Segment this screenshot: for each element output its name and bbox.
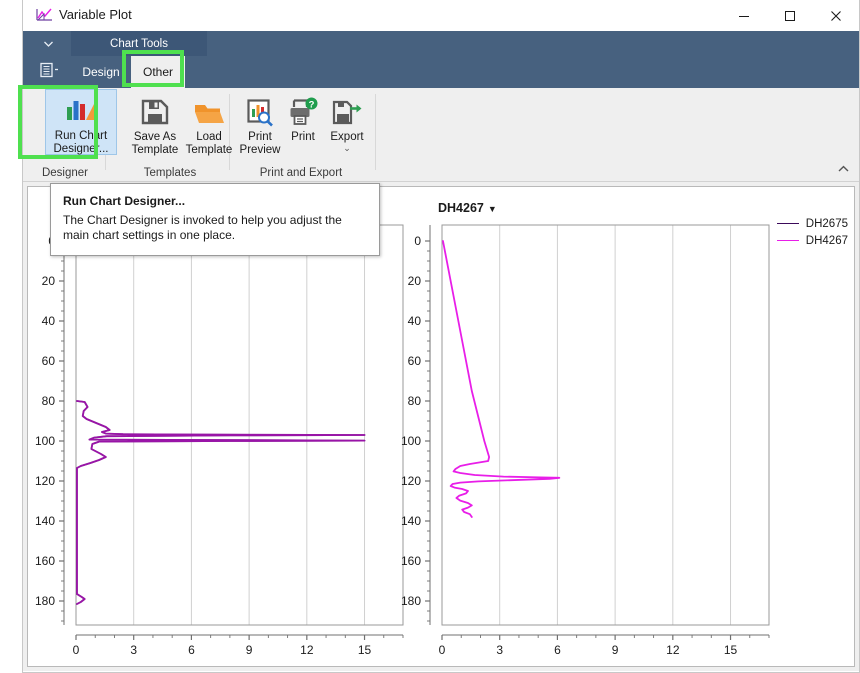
y-tick-label: 120 <box>35 474 55 488</box>
group-separator <box>375 94 376 170</box>
run-chart-designer-tooltip: Run Chart Designer... The Chart Designer… <box>50 183 380 256</box>
y-tick-label: 120 <box>401 474 421 488</box>
tooltip-body: The Chart Designer is invoked to help yo… <box>63 213 367 243</box>
plot-right-panel: 0 20 40 60 80 100 120 140 160 180 0 3 6 9 12 15 <box>401 225 769 657</box>
tab-other[interactable]: Other <box>131 56 185 88</box>
maximize-icon <box>784 10 796 22</box>
y-tick-label: 140 <box>35 514 55 528</box>
window-title: Variable Plot <box>59 7 132 22</box>
series-line-dh4267 <box>443 241 559 517</box>
y-tick-label: 160 <box>35 554 55 568</box>
close-icon <box>830 10 842 22</box>
plot-frame <box>442 225 769 625</box>
svg-text:?: ? <box>309 99 315 110</box>
y-tick-label: 40 <box>408 314 422 328</box>
application-menu-button[interactable] <box>35 58 67 82</box>
group-label-designer: Designer <box>27 167 103 179</box>
series-line-dh2675 <box>77 401 365 604</box>
y-tick-label: 0 <box>414 234 421 248</box>
y-tick-label: 80 <box>42 394 56 408</box>
load-template-button[interactable]: Load Template <box>179 89 239 157</box>
y-tick-label: 40 <box>42 314 56 328</box>
load-template-label: Load Template <box>186 131 233 157</box>
ribbon-collapse-button[interactable] <box>835 161 851 177</box>
close-button[interactable] <box>813 0 859 31</box>
export-icon <box>331 95 363 127</box>
x-tick-label: 0 <box>73 643 80 657</box>
quick-access-chevron-down-icon[interactable] <box>39 38 57 50</box>
menu-icon <box>40 62 62 78</box>
x-tick-label: 3 <box>496 643 503 657</box>
plot-svg: 0 20 40 60 80 100 120 140 160 180 0 3 6 9 12 15 0 20 40 60 8… <box>28 187 855 667</box>
y-tick-label: 60 <box>42 354 56 368</box>
print-preview-label: Print Preview <box>240 131 281 157</box>
x-tick-label: 6 <box>188 643 195 657</box>
group-label-templates: Templates <box>105 167 235 179</box>
x-tick-label: 9 <box>246 643 253 657</box>
tooltip-title: Run Chart Designer... <box>63 194 367 208</box>
export-button[interactable]: Export ⌄ <box>323 89 371 152</box>
printer-icon: ? <box>287 95 319 127</box>
y-tick-label: 180 <box>401 594 421 608</box>
ribbon-header: Chart Tools Design Other <box>23 31 859 88</box>
save-as-template-label: Save As Template <box>132 131 179 157</box>
y-tick-label: 20 <box>408 274 422 288</box>
y-tick-label: 140 <box>401 514 421 528</box>
x-tick-label: 6 <box>554 643 561 657</box>
minimize-button[interactable] <box>721 0 767 31</box>
save-as-template-button[interactable]: Save As Template <box>123 89 187 157</box>
print-preview-icon <box>245 95 275 127</box>
print-label: Print <box>291 131 315 144</box>
x-tick-label: 15 <box>358 643 372 657</box>
tab-design[interactable]: Design <box>71 56 131 88</box>
plot-frame <box>76 225 403 625</box>
maximize-button[interactable] <box>767 0 813 31</box>
run-chart-designer-label: Run Chart Designer... <box>54 130 109 156</box>
y-tick-label: 20 <box>42 274 56 288</box>
chart-canvas[interactable]: DH4267▼ DH2675 DH4267 020406080100120140… <box>27 186 855 667</box>
x-tick-label: 15 <box>724 643 738 657</box>
run-chart-designer-button[interactable]: Run Chart Designer... <box>45 89 117 155</box>
series-line-dh4267 <box>77 401 365 604</box>
y-tick-label: 80 <box>408 394 422 408</box>
y-tick-label: 180 <box>35 594 55 608</box>
print-button[interactable]: ? Print <box>281 89 325 144</box>
variable-plot-window: Variable Plot Chart Tools <box>22 0 860 673</box>
title-bar: Variable Plot <box>23 0 859 31</box>
y-tick-label: 100 <box>35 434 55 448</box>
y-tick-label: 160 <box>401 554 421 568</box>
x-tick-label: 9 <box>612 643 619 657</box>
chevron-up-icon <box>838 165 849 173</box>
group-label-print-and-export: Print and Export <box>229 167 373 179</box>
export-chevron-down-icon[interactable]: ⌄ <box>343 144 351 152</box>
plot-left-panel: 02040608010012014016018003691215 <box>35 225 403 657</box>
y-tick-label: 100 <box>401 434 421 448</box>
y-tick-label: 60 <box>408 354 422 368</box>
floppy-save-icon <box>140 95 170 127</box>
x-tick-label: 0 <box>439 643 446 657</box>
chart-designer-icon <box>65 96 97 126</box>
context-tab-header: Chart Tools <box>71 31 207 56</box>
x-tick-label: 12 <box>666 643 680 657</box>
variable-plot-icon <box>36 7 54 23</box>
x-tick-label: 3 <box>130 643 137 657</box>
x-tick-label: 12 <box>300 643 314 657</box>
open-folder-icon <box>193 95 225 127</box>
minimize-icon <box>738 10 750 22</box>
